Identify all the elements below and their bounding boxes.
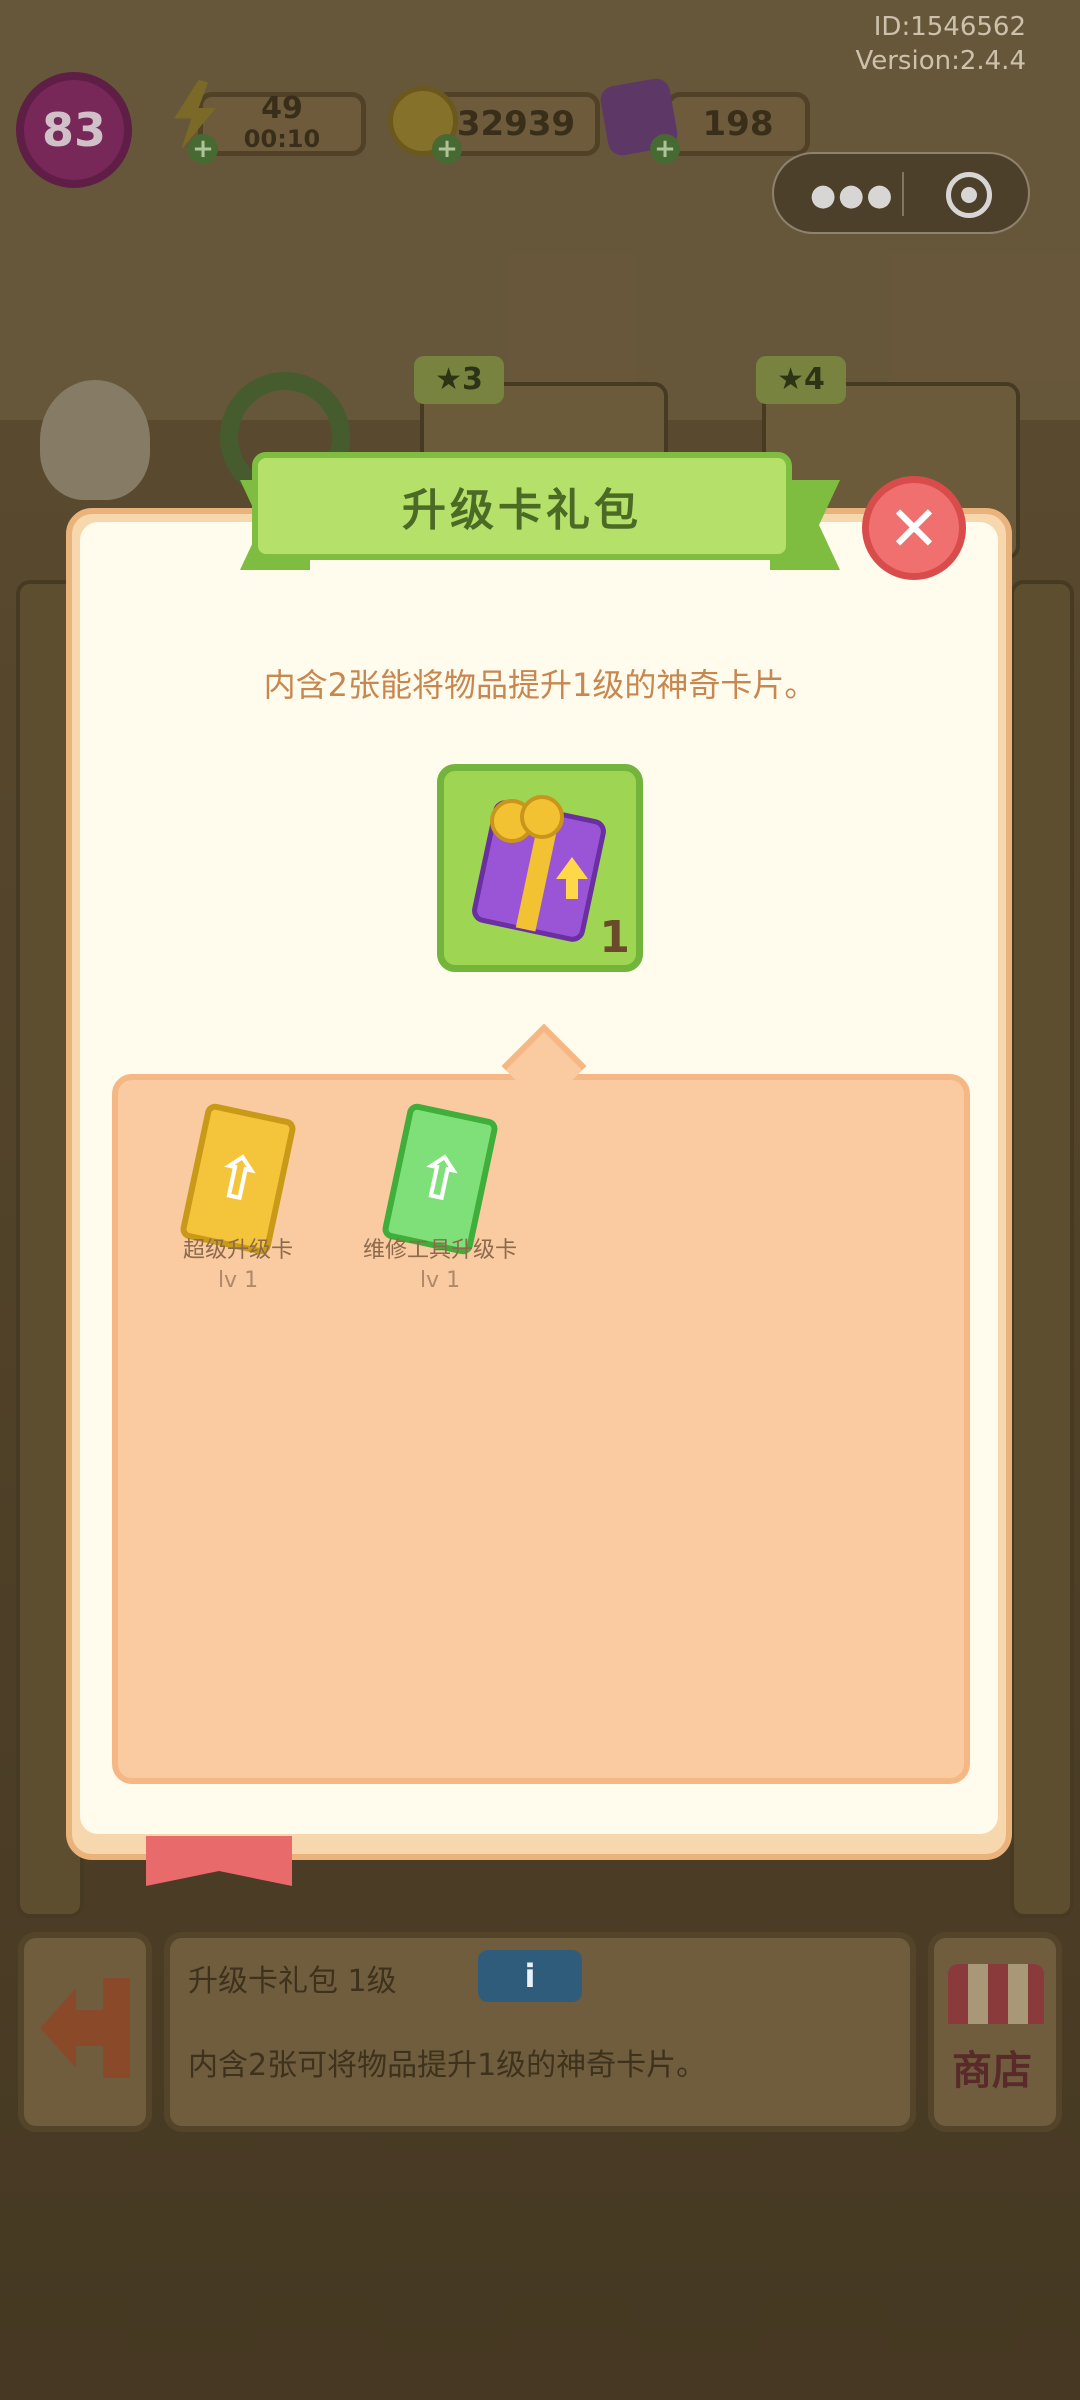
card-level-repair: lv 1 bbox=[419, 1268, 461, 1293]
item-info-title: 升级卡礼包 1级 bbox=[188, 1964, 397, 1999]
card-name-repair: 维修工具升级卡 bbox=[362, 1238, 517, 1263]
up-arrow-icon: ⇧ bbox=[408, 1139, 472, 1219]
exit-icon bbox=[40, 1978, 130, 2078]
card-name-super: 超级升级卡 bbox=[182, 1238, 293, 1263]
exit-button[interactable] bbox=[18, 1932, 152, 2132]
shop-button[interactable]: 商店 bbox=[928, 1932, 1062, 2132]
info-button[interactable]: i bbox=[478, 1950, 582, 2002]
modal-title: 升级卡礼包 bbox=[402, 485, 642, 536]
gift-pack-item[interactable]: 1 bbox=[437, 764, 643, 972]
shop-awning-icon bbox=[948, 1964, 1044, 2024]
close-icon: ✕ bbox=[888, 491, 940, 565]
gift-description: 内含2张能将物品提升1级的神奇卡片。 bbox=[263, 666, 817, 704]
shop-label: 商店 bbox=[952, 2048, 1032, 2094]
modal-title-banner: 升级卡礼包 bbox=[252, 452, 792, 560]
card-level-super: lv 1 bbox=[217, 1268, 259, 1293]
close-button[interactable]: ✕ bbox=[862, 476, 966, 580]
item-info-description: 内含2张可将物品提升1级的神奇卡片。 bbox=[188, 2048, 707, 2083]
gift-count: 1 bbox=[599, 912, 630, 963]
up-arrow-icon: ⇧ bbox=[206, 1139, 270, 1219]
